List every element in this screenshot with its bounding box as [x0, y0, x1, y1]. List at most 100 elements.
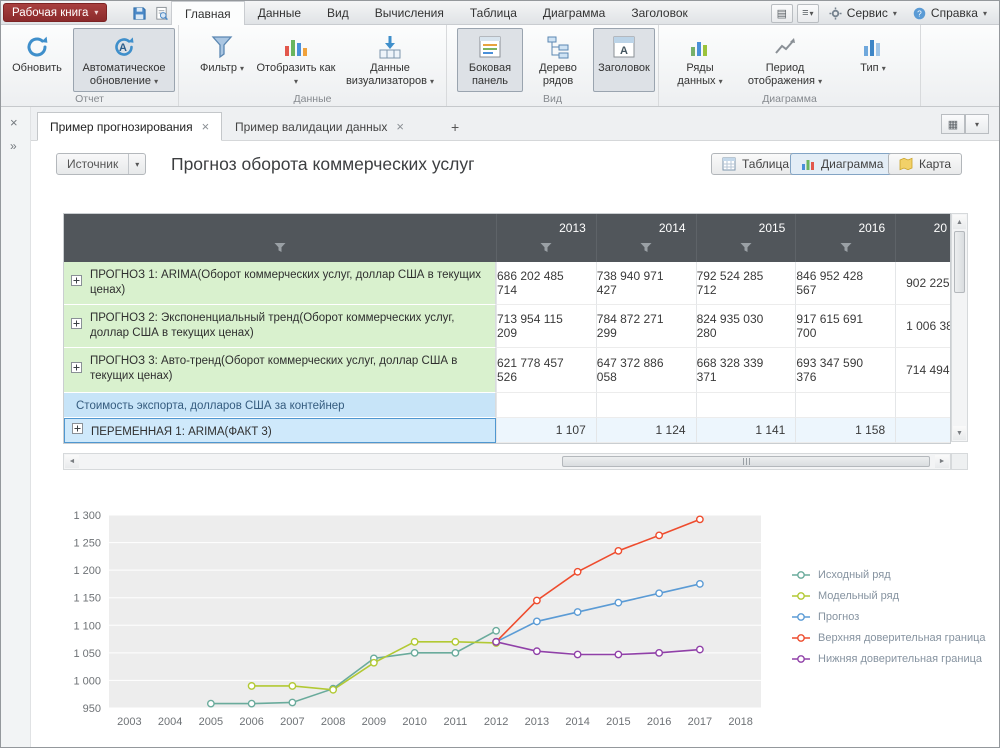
row-header-variable-1[interactable]: ПЕРЕМЕННАЯ 1: ARIMA(ФАКТ 3): [64, 418, 496, 443]
refresh-button[interactable]: Обновить: [7, 28, 67, 92]
row-header-export-cost[interactable]: Стоимость экспорта, долларов США за конт…: [64, 393, 496, 418]
expand-icon[interactable]: [71, 362, 82, 378]
filter-funnel-icon[interactable]: [740, 240, 751, 258]
table-view-button[interactable]: Таблица: [711, 153, 800, 175]
document-tab-forecasting[interactable]: Пример прогнозирования ×: [37, 112, 222, 141]
help-icon: ?: [913, 7, 926, 20]
service-menu[interactable]: Сервис ▾: [823, 6, 903, 20]
grid-cell[interactable]: 846 952 428 567: [795, 262, 895, 305]
new-tab-button[interactable]: +: [439, 112, 471, 141]
grid-cell[interactable]: 1 124: [596, 418, 696, 443]
map-view-button[interactable]: Карта: [888, 153, 962, 175]
grid-cell[interactable]: 792 524 285 712: [696, 262, 796, 305]
table-horizontal-scrollbar[interactable]: ◄ ►: [63, 453, 951, 470]
close-panel-icon[interactable]: ×: [10, 115, 18, 130]
filter-funnel-icon[interactable]: [541, 240, 552, 258]
legend-item-source-series[interactable]: Исходный ряд: [791, 569, 986, 581]
save-button[interactable]: [129, 4, 149, 22]
row-header-forecast-2[interactable]: ПРОГНОЗ 2: Экспоненциальный тренд(Оборот…: [64, 305, 496, 348]
grid-cell[interactable]: 714 494: [895, 348, 950, 393]
tab-list-dropdown[interactable]: ▾: [965, 114, 989, 134]
expand-icon[interactable]: [71, 318, 82, 334]
display-as-button[interactable]: Отобразить как ▾: [255, 28, 337, 92]
expand-icon[interactable]: [72, 423, 83, 439]
help-menu[interactable]: ? Справка ▾: [907, 6, 993, 20]
grid-cell[interactable]: 713 954 115 209: [496, 305, 596, 348]
menu-tab-table[interactable]: Таблица: [457, 1, 530, 25]
document-tab-validation[interactable]: Пример валидации данных ×: [223, 112, 416, 141]
menu-tab-calculations[interactable]: Вычисления: [362, 1, 457, 25]
expand-panel-icon[interactable]: »: [10, 139, 17, 153]
workbook-menu-button[interactable]: Рабочая книга ▾: [3, 3, 107, 22]
grid-cell[interactable]: 1 107: [496, 418, 596, 443]
workbook-menu-label: Рабочая книга: [12, 7, 88, 19]
filter-funnel-icon[interactable]: [641, 240, 652, 258]
grid-cell[interactable]: 902 225: [895, 262, 950, 305]
legend-item-model-series[interactable]: Модельный ряд: [791, 590, 986, 602]
grid-cell[interactable]: 693 347 590 376: [795, 348, 895, 393]
grid-cell[interactable]: 1 158: [795, 418, 895, 443]
grid-cell[interactable]: [596, 393, 696, 418]
grid-column-header-2017-partial[interactable]: 20: [895, 214, 950, 262]
grid-cell[interactable]: [696, 393, 796, 418]
print-preview-button[interactable]: [151, 4, 171, 22]
grid-cell[interactable]: [895, 418, 950, 443]
chart-type-button[interactable]: Тип ▾: [844, 28, 902, 92]
row-header-forecast-3[interactable]: ПРОГНОЗ 3: Авто-тренд(Оборот коммерчески…: [64, 348, 496, 393]
table-vertical-scrollbar[interactable]: ▲ ▼: [951, 213, 968, 442]
vertical-scroll-thumb[interactable]: [954, 231, 965, 293]
menu-tab-view[interactable]: Вид: [314, 1, 362, 25]
header-toggle[interactable]: A Заголовок: [593, 28, 655, 92]
filter-button[interactable]: Фильтр ▾: [193, 28, 251, 92]
row-header-forecast-1[interactable]: ПРОГНОЗ 1: ARIMA(Оборот коммерческих усл…: [64, 262, 496, 305]
data-series-button[interactable]: Ряды данных ▾: [667, 28, 733, 92]
display-period-button[interactable]: Период отображения ▾: [737, 28, 833, 92]
filter-funnel-icon[interactable]: [840, 240, 851, 258]
grid-cell[interactable]: [795, 393, 895, 418]
menu-tab-data[interactable]: Данные: [245, 1, 314, 25]
legend-item-lower-bound[interactable]: Нижняя доверительная граница: [791, 653, 986, 665]
grid-cell[interactable]: 1 006 383: [895, 305, 950, 348]
auto-refresh-toggle[interactable]: A Автоматическое обновление ▾: [73, 28, 175, 92]
window-layout-button[interactable]: ▤: [771, 4, 793, 23]
grid-cell[interactable]: 738 940 971 427: [596, 262, 696, 305]
expand-icon[interactable]: [71, 275, 82, 291]
side-panel-toggle[interactable]: Боковая панель: [457, 28, 523, 92]
close-tab-icon[interactable]: ×: [396, 120, 404, 133]
grid-column-header-2014[interactable]: 2014: [596, 214, 696, 262]
horizontal-scroll-thumb[interactable]: [562, 456, 930, 467]
grid-cell[interactable]: 1 141: [696, 418, 796, 443]
grid-cell[interactable]: 668 328 339 371: [696, 348, 796, 393]
source-button[interactable]: Источник ▾: [56, 153, 146, 175]
window-list-button[interactable]: ≡▾: [797, 4, 819, 23]
display-period-icon: [773, 32, 797, 62]
menu-tab-header[interactable]: Заголовок: [618, 1, 700, 25]
grid-column-header-2016[interactable]: 2016: [795, 214, 895, 262]
chart-view-button[interactable]: Диаграмма: [790, 153, 894, 175]
menu-tab-chart[interactable]: Диаграмма: [530, 1, 618, 25]
close-tab-icon[interactable]: ×: [202, 120, 210, 133]
grid-cell[interactable]: [496, 393, 596, 418]
grid-cell[interactable]: 784 872 271 299: [596, 305, 696, 348]
legend-marker-icon: [791, 591, 811, 601]
series-tree-button[interactable]: Дерево рядов: [527, 28, 589, 92]
grid-cell[interactable]: 647 372 886 058: [596, 348, 696, 393]
filter-funnel-icon[interactable]: [275, 240, 286, 258]
grid-cell[interactable]: 824 935 030 280: [696, 305, 796, 348]
legend-item-forecast[interactable]: Прогноз: [791, 611, 986, 623]
legend-item-upper-bound[interactable]: Верхняя доверительная граница: [791, 632, 986, 644]
grid-cell[interactable]: 686 202 485 714: [496, 262, 596, 305]
visualizer-data-button[interactable]: Данные визуализаторов ▾: [341, 28, 439, 92]
grid-cell[interactable]: 917 615 691 700: [795, 305, 895, 348]
scroll-left-icon[interactable]: ◄: [65, 455, 79, 468]
grid-column-header-2015[interactable]: 2015: [696, 214, 796, 262]
scroll-down-icon[interactable]: ▼: [953, 426, 966, 440]
grid-cell[interactable]: [895, 393, 950, 418]
grid-corner-header[interactable]: [64, 214, 496, 262]
grid-cell[interactable]: 621 778 457 526: [496, 348, 596, 393]
view-layout-button[interactable]: ▦: [941, 114, 965, 134]
scroll-right-icon[interactable]: ►: [935, 455, 949, 468]
menu-tab-home[interactable]: Главная: [171, 1, 245, 25]
scroll-up-icon[interactable]: ▲: [953, 215, 966, 229]
grid-column-header-2013[interactable]: 2013: [496, 214, 596, 262]
